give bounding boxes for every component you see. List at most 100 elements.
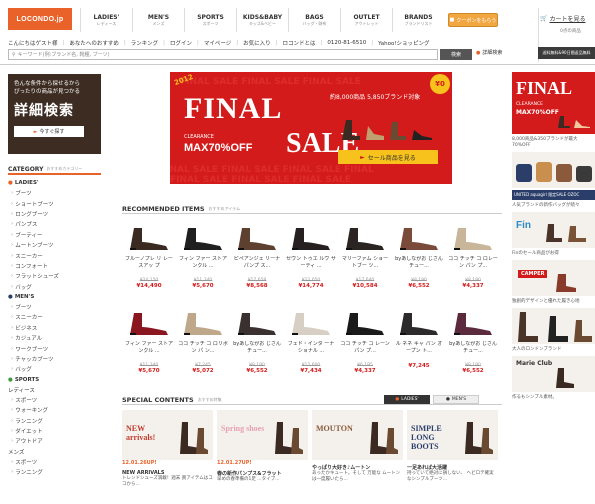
product-image[interactable] [234,222,280,252]
product-image[interactable] [450,222,496,252]
special-content-title[interactable]: やっぱり大好き♪ムートン [312,464,403,471]
special-content-title[interactable]: 一足あれば大活躍 [407,464,498,471]
special-content-image[interactable]: NEW arrivals! [122,410,213,460]
subnav-link[interactable]: ログイン [170,39,192,47]
subnav-link[interactable]: Yahoo!ショッピング [378,39,429,47]
right-text-marie[interactable]: 作るもシンプル素材。 [512,395,595,401]
category-item[interactable]: コンフォート [8,261,101,271]
product-name[interactable]: ココ チッチ コ ロレーン パン プ... [448,256,498,276]
right-text-fin[interactable]: Finのセール商品がお得 [512,251,595,257]
search-button[interactable]: 検索 [440,49,472,60]
right-text-sale[interactable]: 8,000商品&350ブランドが最大70%OFF [512,137,595,149]
nav-item-ladies[interactable]: LADIES' レディース [80,8,132,32]
product-card[interactable]: ココ チッチ コ レーンパン プ... ¥6,195 ¥4,337 [338,307,392,392]
subnav-link[interactable]: ロコンドとは [282,39,315,47]
product-card[interactable]: マリーファム ショートブー ツ... ¥17,640 ¥10,584 [338,222,392,307]
right-text-camper[interactable]: 独創的デザインと優れた履き心地 [512,299,595,305]
right-marie-image[interactable]: Marie Club [512,356,595,392]
category-item[interactable]: ムートンブーツ [8,240,101,250]
product-name[interactable]: ココ チッチ コ ロリボン パ ン... [178,341,228,361]
product-card[interactable]: ブルーノプレ リ レースアッ プ ¥24,150 ¥14,490 [122,222,176,307]
product-image[interactable] [396,307,442,337]
product-image[interactable] [126,307,172,337]
product-name[interactable]: byあしながお じさん チュー... [232,341,282,361]
product-name[interactable]: フィン ファー ストアンクル ... [178,256,228,276]
special-content-card[interactable]: NEW arrivals! 12.01.26UP! NEW ARRIVALS ト… [122,410,213,504]
special-content-title[interactable]: 春の新作パンプス&フラット [217,470,308,477]
product-name[interactable]: byあしながお じさん チュー... [394,256,444,276]
right-final-sale-banner[interactable]: FINAL CLEARANCE MAX70%OFF [512,72,595,134]
right-brand-strip[interactable]: UNITED aquagirl 限定SALE OZOC [512,190,595,200]
product-card[interactable]: ル ネネ キャ パン オープン ト... ¥7,245 [392,307,446,392]
hero-cta-button[interactable]: ► セール商品を見る [338,150,438,164]
subnav-link[interactable]: お気に入り [243,39,271,47]
product-image[interactable] [396,222,442,252]
category-item[interactable]: パンプス [8,219,101,229]
search-input[interactable]: ⚲ キーワード(例:ブランド名, 靴種, ブーツ) [8,49,438,60]
product-image[interactable] [342,307,388,337]
category-item[interactable]: スポーツ [8,395,101,405]
right-text-london[interactable]: 大人のロンドンブランド [512,347,595,353]
product-name[interactable]: フェド・インタ ーナショナル ... [286,341,336,361]
category-item[interactable]: スポーツ [8,457,101,467]
category-item[interactable]: スニーカー [8,250,101,260]
category-item[interactable]: バッグ [8,282,101,292]
detail-search-banner[interactable]: 色んな条件から探せるから ぴったりの商品が見つかる 詳細検索 ► 今すぐ探す [8,74,101,154]
product-name[interactable]: byあしながお じさん チュー... [448,341,498,361]
category-item[interactable]: ロングブーツ [8,209,101,219]
product-image[interactable] [342,222,388,252]
subnav-link[interactable]: ランキング [131,39,158,47]
product-card[interactable]: byあしながお じさん チュー... ¥8,190 ¥6,552 [446,307,500,392]
nav-item-outlet[interactable]: OUTLET アウトレット [340,8,392,32]
final-sale-banner[interactable]: FINAL SALE FINAL SALE FINAL SALE FINAL S… [170,72,452,184]
nav-item-brands[interactable]: BRANDS ブランドリスト [392,8,444,32]
product-name[interactable]: ココ チッチ コ レーンパン プ... [340,341,390,361]
subnav-link[interactable]: あなたへのおすすめ [69,39,119,47]
product-card[interactable]: フィン ファー ストアンクル ... ¥11,340 ¥5,670 [176,222,230,307]
category-item[interactable]: ブーティー [8,230,101,240]
product-card[interactable]: ココ チッチ コ ロリボン パ ン... ¥7,245 ¥5,072 [176,307,230,392]
subnav-link[interactable]: こんにちはゲスト様 [8,39,58,47]
tab-ladies[interactable]: ● LADIES' [384,395,430,404]
advanced-search-link[interactable]: ● 詳細検索 [476,49,502,57]
product-image[interactable] [126,222,172,252]
product-name[interactable]: フィン ファー ストアンクル ... [124,341,174,361]
product-image[interactable] [180,307,226,337]
nav-item-mens[interactable]: MEN'S メンズ [132,8,184,32]
category-item[interactable]: ワークブーツ [8,343,101,353]
product-card[interactable]: ピペアンジェ リーナ パンプ ス... ¥17,658 ¥8,568 [230,222,284,307]
special-content-card[interactable]: Spring shoes 12.01.27UP! 春の新作パンプス&フラット 早… [217,410,308,504]
special-content-card[interactable]: SIMPLE LONG BOOTS 一足あれば大活躍 持っていて絶対に損しない、… [407,410,498,504]
tab-mens[interactable]: ● MEN'S [433,395,479,404]
product-name[interactable]: ブルーノプレ リ レースアッ プ [124,256,174,276]
product-name[interactable]: ピペアンジェ リーナ パンプ ス... [232,256,282,276]
nav-item-kids&baby[interactable]: KIDS&BABY キッズ&ベビー [236,8,288,32]
special-content-image[interactable]: Spring shoes [217,410,308,460]
product-image[interactable] [288,222,334,252]
category-item[interactable]: スニーカー [8,312,101,322]
nav-item-sports[interactable]: SPORTS スポーツ [184,8,236,32]
right-london-image[interactable] [512,308,595,344]
right-fin-image[interactable]: Fin [512,212,595,248]
nav-item-bags[interactable]: BAGS バッグ・財布 [288,8,340,32]
category-item[interactable]: ランニング [8,415,101,425]
cart-button[interactable]: 🛒 カートを見る [540,12,595,24]
subnav-link[interactable]: 0120-81-6510 [327,40,366,46]
product-card[interactable]: ココ チッチ コ ロレーン パン プ... ¥8,190 ¥4,337 [446,222,500,307]
special-content-image[interactable]: SIMPLE LONG BOOTS [407,410,498,460]
right-text-bags[interactable]: 人気ブランドの新作バッグが続々 [512,203,595,209]
product-card[interactable]: byあしながお じさん チュー... ¥8,190 ¥6,552 [230,307,284,392]
category-item[interactable]: バッグ [8,364,101,374]
product-card[interactable]: フィン ファー ストアンクル ... ¥11,340 ¥5,670 [122,307,176,392]
product-image[interactable] [450,307,496,337]
category-item[interactable]: ダイエット [8,426,101,436]
coupon-button[interactable]: ■ クーポンをもらう [448,13,498,27]
category-item[interactable]: ショートブーツ [8,198,101,208]
product-name[interactable]: セヴン トゥエ ルヴ サーティ ... [286,256,336,276]
category-item[interactable]: チャッカブーツ [8,354,101,364]
product-image[interactable] [180,222,226,252]
right-bags-image[interactable] [512,152,595,188]
product-card[interactable]: セヴン トゥエ ルヴ サーティ ... ¥22,050 ¥14,774 [284,222,338,307]
detail-search-button[interactable]: ► 今すぐ探す [14,126,84,137]
site-logo[interactable]: LOCONDO.jp [8,8,72,30]
